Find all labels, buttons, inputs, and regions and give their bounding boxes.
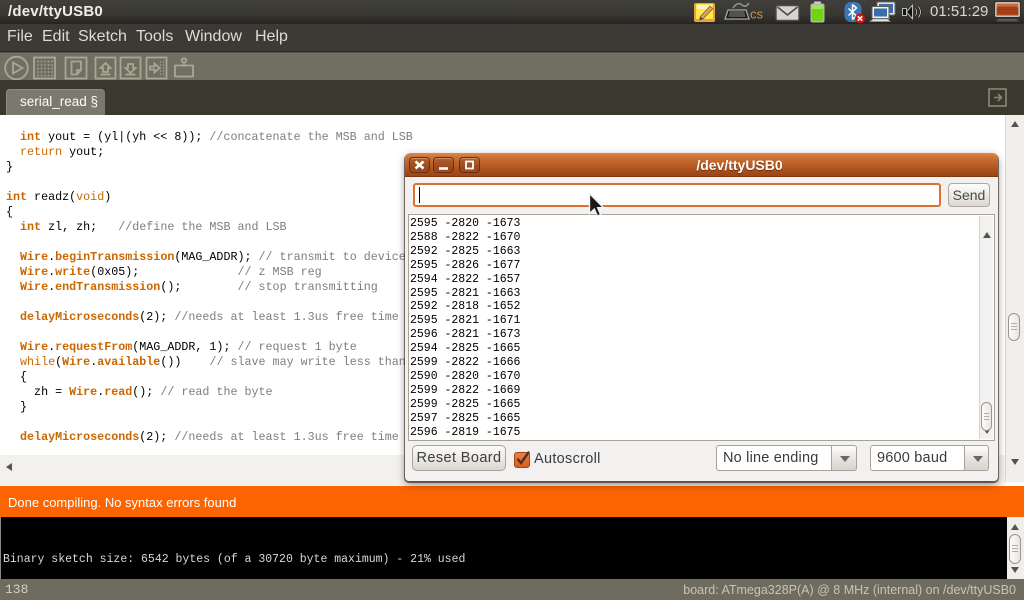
- svg-text:cs: cs: [750, 7, 764, 22]
